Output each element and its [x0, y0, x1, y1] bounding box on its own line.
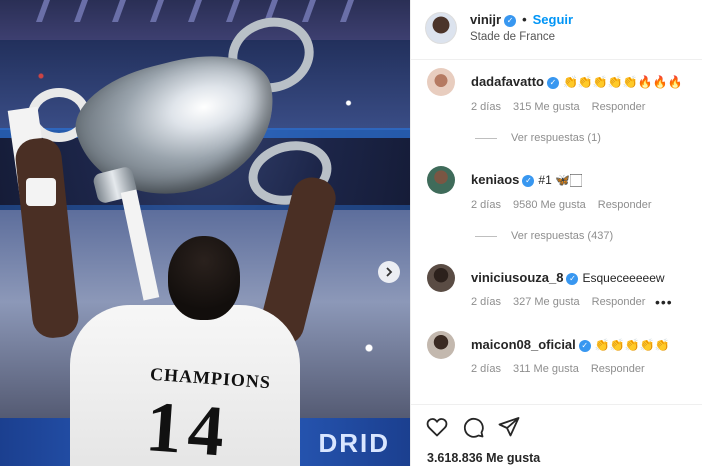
comment-text-line: maicon08_oficial ✓ 👏👏👏👏👏	[471, 337, 670, 352]
comment-meta: 2 días 311 Me gusta Responder	[471, 363, 657, 375]
post-location[interactable]: Stade de France	[470, 31, 555, 43]
comment-text-line: viniciusouza_8 ✓ Esqueceeeeew	[471, 270, 665, 285]
wrist-tape	[26, 178, 56, 206]
commenter-avatar[interactable]	[427, 68, 455, 96]
post-photo[interactable]: DRID CHAMPIONS 14	[0, 0, 410, 466]
comment-likes[interactable]: 9580 Me gusta	[513, 199, 586, 211]
likes-count[interactable]: 3.618.836 Me gusta	[427, 451, 540, 465]
comment-username[interactable]: maicon08_oficial	[471, 337, 576, 352]
board-text: DRID	[318, 428, 390, 458]
follow-button[interactable]: Seguir	[533, 12, 573, 27]
jersey-number: 14	[143, 386, 233, 466]
chevron-right-icon	[386, 267, 393, 277]
separator-dot: •	[522, 12, 527, 27]
comment-likes[interactable]: 311 Me gusta	[513, 363, 579, 375]
commenter-avatar[interactable]	[427, 331, 455, 359]
share-icon[interactable]	[497, 415, 521, 439]
comment-body: 👏👏👏👏👏	[594, 338, 670, 352]
view-replies-button[interactable]: Ver respuestas (1)	[475, 132, 601, 144]
post-details-panel: vinijr ✓ • Seguir Stade de France dadafavat…	[410, 0, 702, 466]
comment-meta: 2 días 9580 Me gusta Responder	[471, 199, 664, 211]
comment-options-button[interactable]: •••	[655, 294, 673, 310]
comment-body: Esqueceeeeew	[582, 271, 665, 285]
comment-meta: 2 días 327 Me gusta Responder	[471, 296, 657, 308]
verified-icon: ✓	[546, 76, 559, 89]
comment-icon[interactable]	[461, 415, 485, 439]
comment-time[interactable]: 2 días	[471, 296, 501, 308]
post-header: vinijr ✓ • Seguir Stade de France	[411, 0, 702, 60]
view-replies-button[interactable]: Ver respuestas (437)	[475, 230, 613, 242]
verified-icon: ✓	[522, 174, 535, 187]
player-head	[168, 236, 240, 320]
comment-likes[interactable]: 327 Me gusta	[513, 296, 580, 308]
comment-username[interactable]: dadafavatto	[471, 74, 544, 89]
carousel-next-button[interactable]	[378, 261, 400, 283]
commenter-avatar[interactable]	[427, 264, 455, 292]
author-line: vinijr ✓ • Seguir	[470, 12, 573, 27]
commenter-avatar[interactable]	[427, 166, 455, 194]
verified-icon: ✓	[504, 14, 517, 27]
comment-username[interactable]: viniciusouza_8	[471, 270, 563, 285]
verified-icon: ✓	[578, 339, 591, 352]
stadium-roof	[0, 0, 410, 40]
reply-button[interactable]: Responder	[592, 101, 646, 113]
post-actions: 3.618.836 Me gusta	[411, 404, 702, 466]
author-username[interactable]: vinijr	[470, 12, 501, 27]
comment-time[interactable]: 2 días	[471, 199, 501, 211]
comment-text-line: dadafavatto ✓ 👏👏👏👏👏🔥🔥🔥	[471, 74, 683, 89]
verified-icon: ✓	[566, 272, 579, 285]
comment-meta: 2 días 315 Me gusta Responder	[471, 101, 657, 113]
comment-body: 👏👏👏👏👏🔥🔥🔥	[562, 75, 683, 89]
author-avatar[interactable]	[425, 12, 457, 44]
reply-button[interactable]: Responder	[592, 296, 646, 308]
heart-icon[interactable]	[425, 415, 449, 439]
reply-button[interactable]: Responder	[598, 199, 652, 211]
comment-time[interactable]: 2 días	[471, 363, 501, 375]
comment-username[interactable]: keniaos	[471, 172, 519, 187]
comment-text-line: keniaos ✓ #1 🦋🏻	[471, 172, 582, 188]
comment-time[interactable]: 2 días	[471, 101, 501, 113]
comment-body: #1 🦋🏻	[538, 173, 583, 187]
reply-button[interactable]: Responder	[591, 363, 645, 375]
comment-likes[interactable]: 315 Me gusta	[513, 101, 580, 113]
